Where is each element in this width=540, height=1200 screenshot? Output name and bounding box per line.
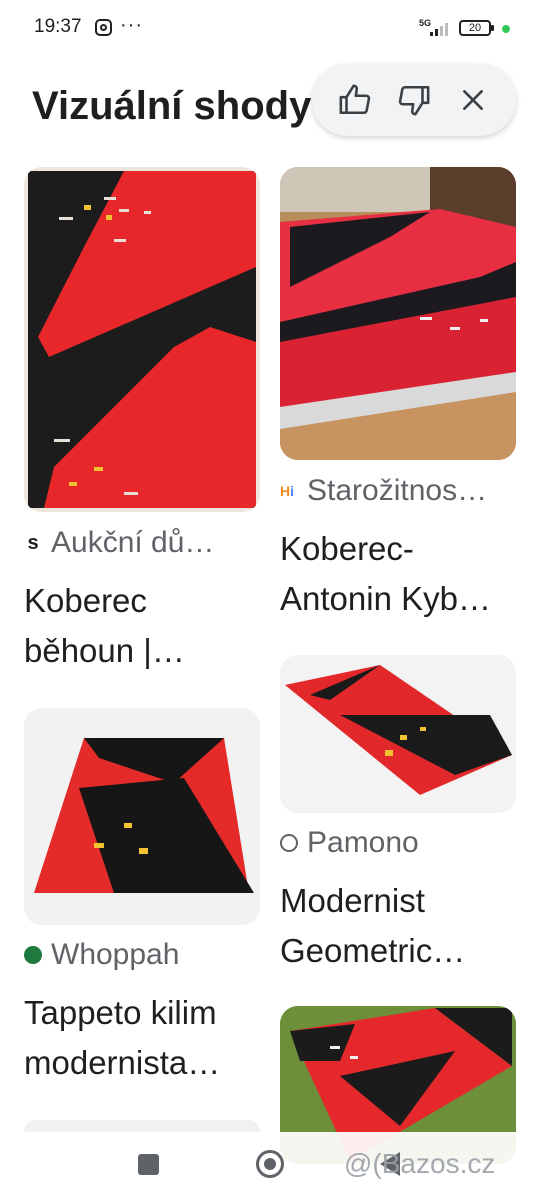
result-title[interactable]: Koberec- Antonin Kyb… (280, 524, 516, 624)
result-image[interactable] (24, 1120, 260, 1132)
result-title-line: Geometric… (280, 932, 466, 969)
battery-icon: 20 (459, 20, 494, 36)
result-source-label: Whoppah (51, 938, 180, 971)
result-title-line: Modernist (280, 882, 425, 919)
signal-icon (430, 22, 448, 36)
result-title-line: Tappeto kilim (24, 994, 217, 1031)
source-favicon-icon: Hi (280, 483, 295, 499)
result-title[interactable]: Koberec běhoun |… (24, 576, 260, 676)
close-icon[interactable] (453, 80, 493, 120)
result-title-line: Koberec- (280, 530, 414, 567)
more-notifications-icon: ··· (120, 14, 143, 36)
result-title-line: Koberec (24, 582, 147, 619)
result-title-line: modernista… (24, 1044, 221, 1081)
result-source-label: Pamono (307, 826, 419, 859)
source-favicon-icon: s (27, 532, 39, 554)
status-indicator-dot (502, 25, 510, 33)
result-image[interactable] (24, 708, 260, 925)
thumbs-down-icon[interactable] (394, 80, 434, 120)
result-title[interactable]: Tappeto kilim modernista… (24, 988, 260, 1088)
result-title[interactable]: Modernist Geometric… (280, 876, 516, 976)
result-image[interactable] (280, 167, 516, 460)
result-source-label: Aukční dů… (51, 526, 215, 559)
page-title: Vizuální shody (32, 84, 312, 128)
result-source[interactable]: Hi Starožitnos… (280, 474, 516, 508)
result-title-line: Antonin Kyb… (280, 580, 491, 617)
result-source-label: Starožitnos… (307, 474, 488, 507)
thumbs-up-icon[interactable] (335, 80, 375, 120)
result-source[interactable]: s Aukční dů… (24, 526, 260, 560)
source-favicon-icon (24, 946, 42, 964)
result-image[interactable] (280, 655, 516, 813)
instagram-icon (95, 19, 112, 36)
result-source[interactable]: Pamono (280, 826, 516, 860)
source-favicon-icon (280, 834, 298, 852)
feedback-bar (312, 64, 516, 136)
status-time: 19:37 (34, 16, 82, 37)
status-bar: 19:37 ··· 5G 20 (0, 0, 540, 60)
watermark: @(Bazos.cz (344, 1148, 496, 1179)
result-source[interactable]: Whoppah (24, 938, 260, 972)
result-image[interactable] (24, 167, 260, 512)
home-icon[interactable] (256, 1150, 284, 1178)
recent-apps-icon[interactable] (138, 1154, 159, 1175)
result-title-line: běhoun |… (24, 632, 185, 669)
